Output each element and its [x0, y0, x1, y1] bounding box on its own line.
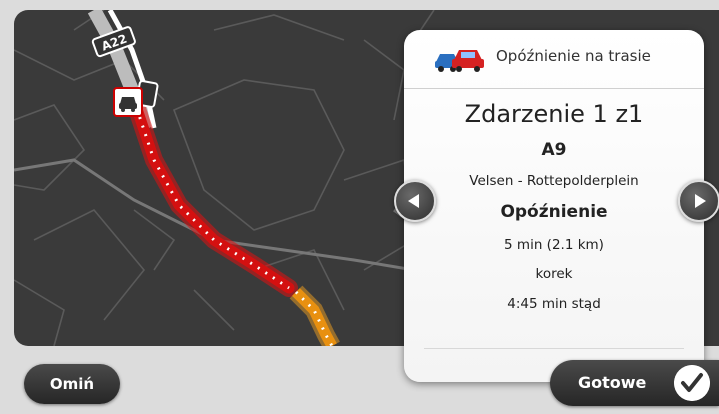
arrow-left-icon — [408, 194, 419, 208]
next-incident-button[interactable] — [678, 180, 719, 222]
arrow-right-icon — [695, 194, 706, 208]
traffic-jam-icon[interactable] — [113, 87, 143, 117]
traffic-cars-icon — [435, 50, 484, 72]
panel-header: Opóźnienie na trasie — [404, 30, 704, 89]
distance-to-incident: 4:45 min stąd — [507, 296, 601, 312]
done-button[interactable]: Gotowe — [550, 360, 719, 406]
road-name: A9 — [541, 140, 567, 160]
skip-button[interactable]: Omiń — [24, 364, 120, 404]
incident-cause: korek — [535, 266, 573, 282]
checkmark-icon — [674, 365, 710, 401]
traffic-info-panel: Opóźnienie na trasie Zdarzenie 1 z1 A9 V… — [404, 30, 704, 382]
delay-info: 5 min (2.1 km) — [504, 237, 604, 253]
done-button-label: Gotowe — [578, 373, 647, 392]
road-segment: Velsen - Rottepolderplein — [469, 173, 639, 189]
skip-button-label: Omiń — [49, 375, 95, 393]
previous-incident-button[interactable] — [394, 180, 436, 222]
panel-title: Opóźnienie na trasie — [496, 47, 651, 65]
incident-type: Opóźnienie — [500, 202, 608, 222]
incident-counter: Zdarzenie 1 z1 — [464, 100, 644, 128]
panel-divider — [424, 348, 684, 349]
